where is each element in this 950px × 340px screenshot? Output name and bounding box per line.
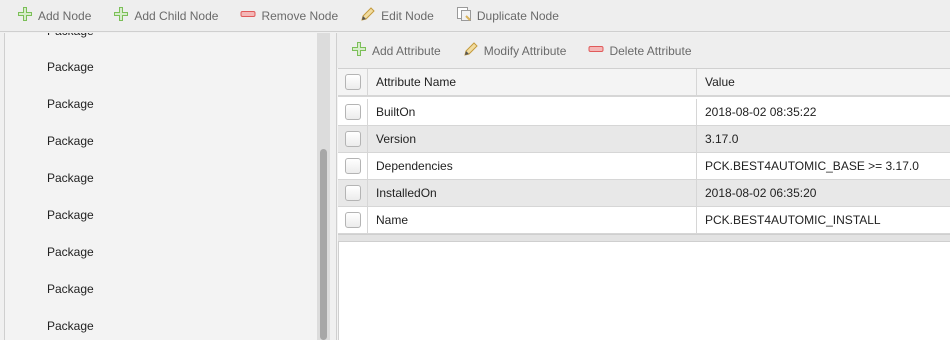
remove-node-button[interactable]: Remove Node (240, 4, 338, 28)
panel-splitter[interactable] (338, 234, 950, 242)
remove-node-label: Remove Node (261, 8, 339, 23)
attribute-value-cell: PCK.BEST4AUTOMIC_INSTALL (705, 213, 881, 227)
row-check-cell (338, 126, 368, 152)
table-row[interactable]: BuiltOn 2018-08-02 08:35:22 (338, 99, 950, 126)
table-row[interactable]: Version 3.17.0 (338, 126, 950, 153)
edit-node-label: Edit Node (381, 8, 434, 23)
column-header-value[interactable]: Value (697, 69, 950, 95)
plus-icon (113, 6, 134, 25)
duplicate-node-button[interactable]: Duplicate Node (456, 4, 559, 28)
tree-scrollbar[interactable] (317, 33, 330, 340)
attribute-value-cell: PCK.BEST4AUTOMIC_BASE >= 3.17.0 (705, 159, 919, 173)
minus-icon (240, 6, 261, 25)
scrollbar-thumb[interactable] (320, 149, 327, 340)
tree-item[interactable]: Package (47, 33, 94, 41)
pencil-icon (463, 41, 484, 60)
attribute-name-cell: Name (368, 207, 697, 233)
add-node-label: Add Node (38, 8, 92, 23)
tree-item[interactable]: Package (47, 131, 94, 151)
add-attribute-button[interactable]: Add Attribute (351, 39, 441, 63)
add-node-button[interactable]: Add Node (17, 4, 91, 28)
attribute-name-cell: BuiltOn (368, 99, 697, 125)
node-tree[interactable]: Package Package Package Package Package … (4, 33, 330, 340)
duplicate-icon (456, 6, 477, 25)
select-all-checkbox[interactable] (344, 74, 361, 90)
row-checkbox[interactable] (344, 104, 361, 120)
modify-attribute-label: Modify Attribute (483, 43, 567, 58)
delete-attribute-button[interactable]: Delete Attribute (588, 39, 692, 63)
table-row[interactable]: Name PCK.BEST4AUTOMIC_INSTALL (338, 207, 950, 234)
row-checkbox[interactable] (344, 131, 361, 147)
attribute-value-cell: 2018-08-02 06:35:20 (705, 186, 817, 200)
attribute-table: Attribute Name Value BuiltOn 2018-08-02 … (338, 68, 950, 234)
tree-item[interactable]: Package (47, 205, 94, 225)
node-toolbar: Add Node Add Child Node Remove Node Edit… (0, 0, 950, 32)
attribute-panel: Add Attribute Modify Attribute Delete At… (336, 33, 950, 340)
add-attribute-label: Add Attribute (372, 43, 441, 58)
attribute-toolbar: Add Attribute Modify Attribute Delete At… (337, 33, 950, 68)
minus-icon (588, 41, 609, 60)
pencil-icon (360, 6, 381, 25)
attribute-name-cell: Version (368, 126, 697, 152)
tree-item[interactable]: Package (47, 168, 94, 188)
row-check-cell (338, 99, 368, 125)
delete-attribute-label: Delete Attribute (609, 43, 692, 58)
select-all-cell (338, 69, 368, 95)
tree-item[interactable]: Package (47, 316, 94, 336)
row-checkbox[interactable] (344, 185, 361, 201)
row-check-cell (338, 180, 368, 206)
row-check-cell (338, 207, 368, 233)
attribute-value-cell: 2018-08-02 08:35:22 (705, 105, 817, 119)
edit-node-button[interactable]: Edit Node (360, 4, 434, 28)
tree-item[interactable]: Package (47, 94, 94, 114)
add-child-node-label: Add Child Node (134, 8, 219, 23)
attribute-name-cell: InstalledOn (368, 180, 697, 206)
tree-item[interactable]: Package (47, 57, 94, 77)
table-row[interactable]: Dependencies PCK.BEST4AUTOMIC_BASE >= 3.… (338, 153, 950, 180)
row-checkbox[interactable] (344, 158, 361, 174)
column-header-attribute-name[interactable]: Attribute Name (368, 69, 697, 95)
tree-item[interactable]: Package (47, 279, 94, 299)
table-header: Attribute Name Value (338, 69, 950, 97)
plus-icon (17, 6, 38, 25)
row-checkbox[interactable] (344, 212, 361, 228)
row-check-cell (338, 153, 368, 179)
attribute-name-cell: Dependencies (368, 153, 697, 179)
table-row[interactable]: InstalledOn 2018-08-02 06:35:20 (338, 180, 950, 207)
plus-icon (351, 41, 372, 60)
add-child-node-button[interactable]: Add Child Node (113, 4, 218, 28)
attribute-value-cell: 3.17.0 (705, 132, 739, 146)
modify-attribute-button[interactable]: Modify Attribute (463, 39, 567, 63)
tree-item[interactable]: Package (47, 242, 94, 262)
duplicate-node-label: Duplicate Node (476, 8, 559, 23)
detail-area (338, 242, 950, 340)
